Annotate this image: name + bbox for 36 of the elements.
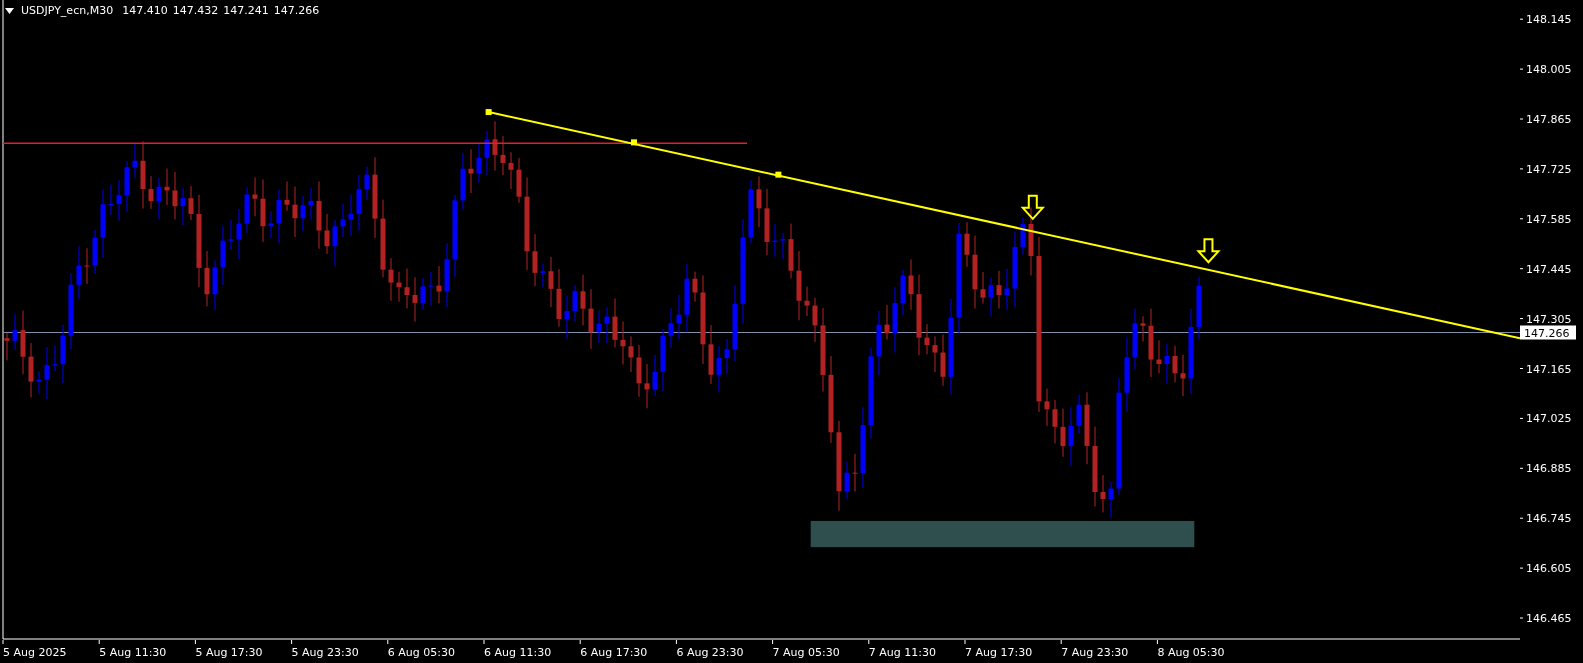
price-tick-label: 147.445 [1526,262,1572,276]
time-tick-label: 5 Aug 2025 [3,646,67,659]
time-tick-label: 6 Aug 11:30 [484,646,552,659]
symbol-label: USDJPY_ecn,M30 [21,4,114,17]
time-tick-label: 7 Aug 05:30 [772,646,840,659]
time-tick-label: 7 Aug 11:30 [868,646,936,659]
trend-line[interactable] [485,109,1520,340]
ohlc-value: 147.410 [122,4,168,17]
price-tick-label: 147.725 [1526,162,1572,176]
price-tick-label: 146.605 [1526,562,1572,576]
price-tick-label: 148.005 [1526,63,1572,77]
time-tick-label: 8 Aug 05:30 [1157,646,1225,659]
ohlc-value: 147.432 [172,4,219,17]
time-tick-label: 7 Aug 17:30 [965,646,1033,659]
ohlc-value: 147.241 [223,4,269,17]
price-tick-label: 146.465 [1526,612,1572,625]
price-tick-label: 148.145 [1526,13,1572,27]
ohlc-value: 147.266 [273,4,320,17]
time-tick-label: 6 Aug 05:30 [387,646,455,659]
time-tick-label: 6 Aug 17:30 [580,646,648,659]
time-tick-label: 6 Aug 23:30 [676,646,744,659]
price-tick-label: 146.885 [1526,462,1572,476]
dropdown-triangle-icon[interactable] [5,7,14,14]
down-arrow-icon [1196,238,1221,264]
price-tick-label: 147.305 [1526,312,1572,326]
price-tick-label: 146.745 [1526,512,1572,526]
price-tick-label: 147.585 [1526,212,1572,226]
price-tick-label: 147.025 [1526,412,1572,426]
time-tick-label: 7 Aug 23:30 [1061,646,1129,659]
time-tick-label: 5 Aug 17:30 [195,646,263,659]
down-arrow-icon [1020,194,1046,221]
price-tick-label: 147.865 [1526,113,1572,126]
current-price-tag: 147.266 [1520,325,1576,340]
price-tick-label: 147.165 [1526,362,1572,376]
time-tick-label: 5 Aug 11:30 [99,646,167,659]
time-tick-label: 5 Aug 23:30 [291,646,359,659]
